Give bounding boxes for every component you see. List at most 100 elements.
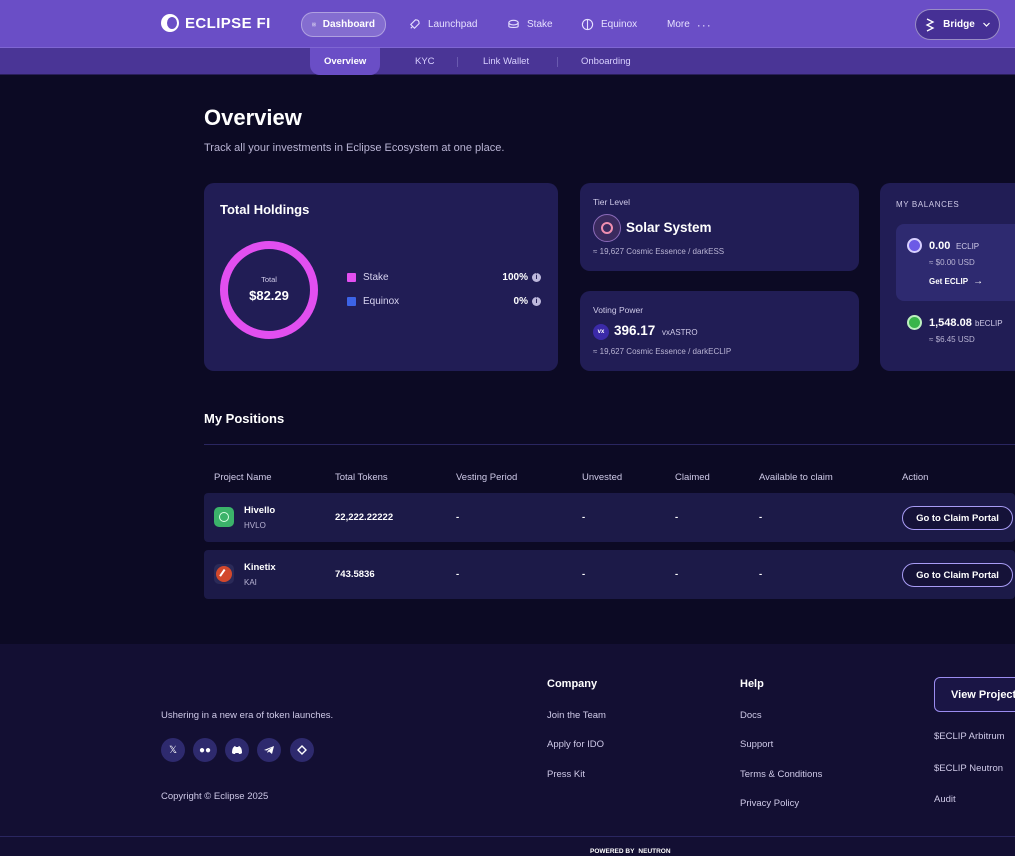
info-icon[interactable]: i [532,273,541,282]
tab-kyc[interactable]: KYC [415,48,435,75]
footer-link[interactable]: Support [740,739,773,750]
holdings-title: Total Holdings [220,202,310,217]
tab-onboarding[interactable]: Onboarding [581,48,631,75]
vesting-period: - [456,569,460,580]
voting-label: Voting Power [593,305,644,315]
neutron-logo-icon: NEUTRON [638,848,671,855]
claimed: - [675,512,679,523]
legend-value-stake: 100% [502,272,528,283]
info-icon[interactable]: i [532,297,541,306]
footer-link[interactable]: Docs [740,710,762,721]
total-tokens: 22,222.22222 [335,512,394,523]
legend-label-stake: Stake [363,272,389,283]
kinetix-logo-icon [214,564,234,584]
footer-link[interactable]: Audit [934,794,956,805]
legend-swatch-equinox [347,297,356,306]
tier-name: Solar System [626,220,712,235]
ellipsis-icon: ··· [696,17,712,32]
beclip-balance-unit: bECLIP [975,319,1003,328]
equinox-icon [581,18,594,31]
brand-logo[interactable]: ECLIPSE FI [161,14,271,32]
donut-total-value: $82.29 [249,288,289,303]
eclipse-logo-icon [161,14,179,32]
column-header: Available to claim [759,472,833,483]
view-projects-button[interactable]: View Project [934,677,1015,712]
project-ticker: KAI [244,578,257,587]
top-nav: ECLIPSE FI Dashboard Launchpad Stake Equ… [0,0,1015,48]
project-ticker: HVLO [244,521,266,530]
footer-tagline: Ushering in a new era of token launches. [161,710,334,721]
tier-label: Tier Level [593,197,631,207]
coins-icon [508,19,519,28]
sub-nav: Overview KYC Link Wallet Onboarding [0,48,1015,75]
nav-dashboard[interactable]: Dashboard [301,12,386,37]
solar-system-icon [593,214,621,242]
legend-label-equinox: Equinox [363,296,400,307]
legend-swatch-stake [347,273,356,282]
section-divider [204,444,1015,445]
tab-link-wallet[interactable]: Link Wallet [483,48,529,75]
discord-icon[interactable] [225,738,249,762]
brand-name: ECLIPSE FI [185,14,271,32]
tab-overview[interactable]: Overview [310,48,380,75]
medium-icon[interactable]: ●● [193,738,217,762]
column-header: Unvested [582,472,623,483]
grid-icon [312,22,316,27]
legend-value-equinox: 0% [513,296,528,307]
footer-link[interactable]: $ECLIP Arbitrum [934,731,1005,742]
project-name: Hivello [244,505,276,516]
get-eclip-link[interactable]: Get ECLIP → [929,276,983,287]
footer-link[interactable]: Terms & Conditions [740,769,822,780]
nav-more[interactable]: More ··· [657,12,722,37]
footer [0,644,1015,856]
claim-portal-button[interactable]: Go to Claim Portal [902,563,1013,587]
footer-link[interactable]: $ECLIP Neutron [934,763,1003,774]
beclip-token-icon [907,315,922,330]
project-name: Kinetix [244,562,276,573]
holdings-donut-chart: Total $82.29 [220,241,318,339]
balances-label: MY BALANCES [896,200,960,209]
voting-unit: vxASTRO [662,328,698,337]
telegram-icon[interactable] [257,738,281,762]
column-header: Project Name [214,472,272,483]
nav-launchpad[interactable]: Launchpad [398,12,488,37]
footer-divider [0,836,1015,837]
eclip-balance-unit: ECLIP [956,242,980,251]
x-twitter-icon[interactable]: 𝕏 [161,738,185,762]
tier-note: ≈ 19,627 Cosmic Essence / darkESS [593,247,725,256]
column-header: Vesting Period [456,472,518,483]
beclip-balance-value: 1,548.08 [929,317,972,329]
hivello-logo-icon [214,507,234,527]
footer-link[interactable]: Join the Team [547,710,606,721]
claim-portal-button[interactable]: Go to Claim Portal [902,506,1013,530]
eclip-token-icon [907,238,922,253]
tab-divider [557,57,558,67]
page-subtitle: Track all your investments in Eclipse Ec… [204,142,505,154]
voting-value: 396.17 [614,323,656,338]
positions-title: My Positions [204,411,285,426]
rocket-icon [409,19,420,30]
footer-link[interactable]: Privacy Policy [740,798,799,809]
total-tokens: 743.5836 [335,569,375,580]
footer-link[interactable]: Press Kit [547,769,585,780]
nav-stake[interactable]: Stake [497,12,563,37]
table-row [204,493,1015,542]
table-row [204,550,1015,599]
available-to-claim: - [759,512,763,523]
column-header: Action [902,472,929,483]
unvested: - [582,569,586,580]
eclip-balance-usd: ≈ $0.00 USD [929,258,975,267]
footer-company-title: Company [547,678,598,690]
voting-note: ≈ 19,627 Cosmic Essence / darkECLIP [593,347,732,356]
footer-link[interactable]: Apply for IDO [547,739,604,750]
bridge-button[interactable]: Bridge [915,9,1000,40]
powered-by: POWERED BY NEUTRON [590,848,671,855]
vxastro-icon: vx [593,324,609,340]
eclip-balance-value: 0.00 [929,240,951,252]
footer-help-title: Help [740,678,764,690]
bridge-icon [925,17,935,32]
chevron-down-icon [982,22,990,27]
gitbook-icon[interactable] [290,738,314,762]
nav-equinox[interactable]: Equinox [571,12,647,37]
unvested: - [582,512,586,523]
